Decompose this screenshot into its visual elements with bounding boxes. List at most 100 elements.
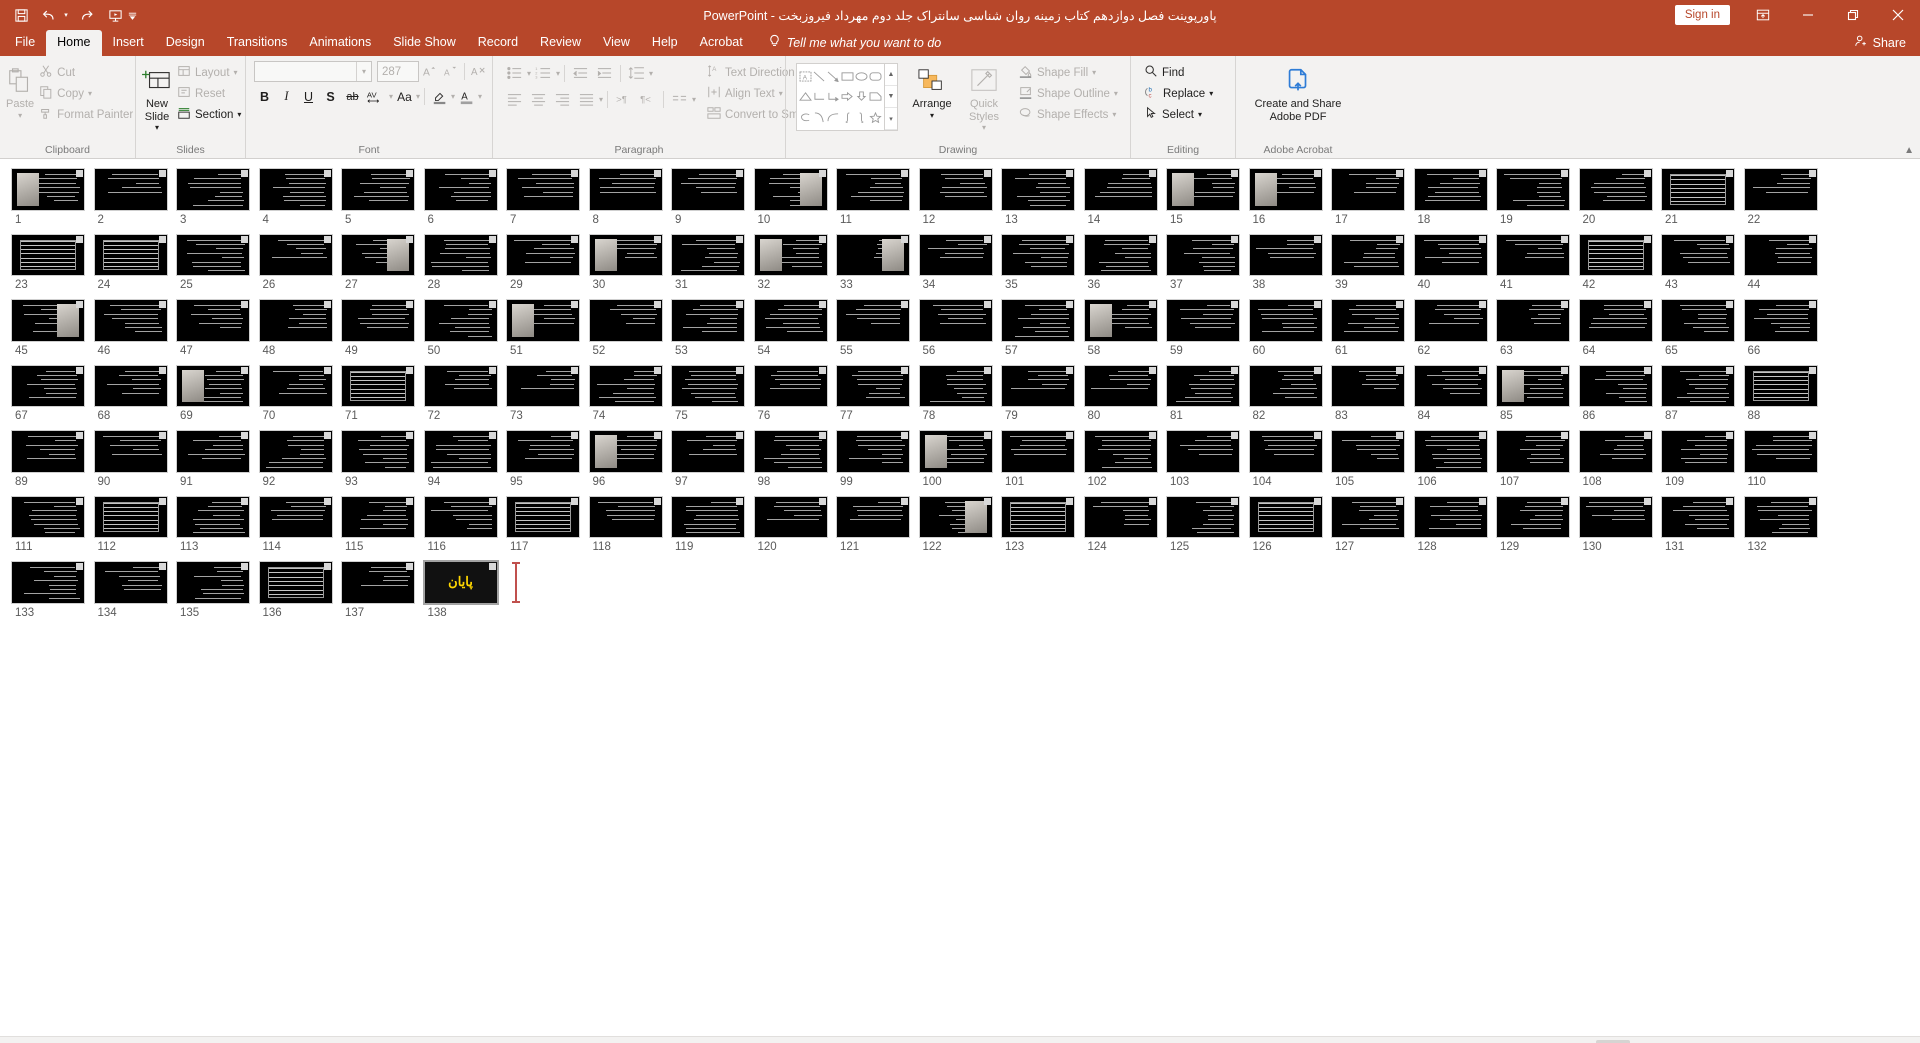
replace-button[interactable]: b c Replace ▾	[1141, 83, 1216, 104]
slide-thumbnail-image[interactable]	[1413, 364, 1488, 407]
slide-thumbnail-image[interactable]	[671, 364, 745, 407]
slide-thumbnail[interactable]: 43	[1661, 233, 1745, 291]
paste-caret-icon[interactable]: ▾	[18, 111, 22, 120]
slide-thumbnail[interactable]: 54	[753, 299, 838, 357]
slide-thumbnail[interactable]: 14	[1083, 168, 1168, 226]
slide-thumbnail-image[interactable]	[671, 495, 745, 538]
slide-thumbnail-image[interactable]	[588, 430, 663, 473]
slide-thumbnail[interactable]: 136	[258, 561, 343, 619]
slide-thumbnail[interactable]: 53	[671, 299, 755, 357]
slide-thumbnail[interactable]: 28	[423, 233, 508, 291]
slide-thumbnail-image[interactable]: پایان	[422, 560, 499, 605]
increase-indent-button[interactable]	[593, 62, 616, 84]
create-and-share-adobe-pdf-button[interactable]: Create and Share Adobe PDF	[1242, 61, 1354, 123]
tab-transitions[interactable]: Transitions	[216, 30, 299, 56]
slide-thumbnail[interactable]: 16	[1248, 168, 1333, 226]
slide-thumbnail[interactable]: 29	[506, 233, 590, 291]
slide-thumbnail[interactable]: 103	[1166, 430, 1250, 488]
slide-thumbnail-image[interactable]	[1413, 168, 1488, 211]
slide-thumbnail[interactable]: 42	[1578, 233, 1663, 291]
restore-icon[interactable]	[1830, 0, 1875, 30]
slide-thumbnail-image[interactable]	[1496, 364, 1570, 407]
customize-quick-access-toolbar-icon[interactable]	[126, 3, 138, 27]
slide-thumbnail-image[interactable]	[588, 364, 663, 407]
slide-thumbnail[interactable]: 19	[1496, 168, 1580, 226]
slide-thumbnail[interactable]: 104	[1248, 430, 1333, 488]
slide-thumbnail-image[interactable]	[93, 430, 168, 473]
shape-pentagon-icon[interactable]	[868, 87, 882, 108]
slide-thumbnail[interactable]: 115	[341, 495, 425, 553]
slide-thumbnail[interactable]: 36	[1083, 233, 1168, 291]
slide-thumbnail-image[interactable]	[1743, 495, 1818, 538]
slide-thumbnail[interactable]: 40	[1413, 233, 1498, 291]
slide-thumbnail-image[interactable]	[1001, 430, 1075, 473]
numbering-button[interactable]: 1 2 3	[532, 62, 555, 84]
slide-thumbnail-image[interactable]	[1661, 168, 1735, 211]
slide-thumbnail[interactable]: 92	[258, 430, 343, 488]
strikethrough-button[interactable]: ab	[342, 86, 363, 107]
slide-thumbnail-image[interactable]	[753, 430, 828, 473]
slide-thumbnail[interactable]: 135	[176, 561, 260, 619]
slide-thumbnail[interactable]: 84	[1413, 364, 1498, 422]
slide-thumbnail[interactable]: 31	[671, 233, 755, 291]
slide-thumbnail[interactable]: 67	[11, 364, 95, 422]
slide-thumbnail[interactable]: 120	[753, 495, 838, 553]
slide-thumbnail[interactable]: 125	[1166, 495, 1250, 553]
slide-thumbnail-image[interactable]	[176, 299, 250, 342]
slide-thumbnail[interactable]: 8	[588, 168, 673, 226]
slide-thumbnail[interactable]: 33	[836, 233, 920, 291]
slide-thumbnail-image[interactable]	[1496, 233, 1570, 276]
slide-thumbnail[interactable]: 99	[836, 430, 920, 488]
tab-record[interactable]: Record	[467, 30, 529, 56]
shape-arc-icon[interactable]	[827, 107, 841, 128]
slide-thumbnail[interactable]: 49	[341, 299, 425, 357]
slide-thumbnail-image[interactable]	[341, 430, 415, 473]
slide-thumbnail[interactable]: 2	[93, 168, 178, 226]
slide-thumbnail[interactable]: 94	[423, 430, 508, 488]
slide-thumbnail[interactable]: 117	[506, 495, 590, 553]
slide-thumbnail[interactable]: 48	[258, 299, 343, 357]
slide-thumbnail-image[interactable]	[176, 430, 250, 473]
slide-thumbnail[interactable]: 110	[1743, 430, 1828, 488]
slide-thumbnail[interactable]: 65	[1661, 299, 1745, 357]
slide-thumbnail-image[interactable]	[341, 299, 415, 342]
slide-thumbnail-image[interactable]	[1413, 233, 1488, 276]
align-center-button[interactable]	[527, 88, 550, 110]
tab-view[interactable]: View	[592, 30, 641, 56]
slide-thumbnail[interactable]: 86	[1578, 364, 1663, 422]
slide-thumbnail[interactable]: 78	[918, 364, 1003, 422]
slide-thumbnail[interactable]: 45	[11, 299, 95, 357]
slide-thumbnail-image[interactable]	[11, 168, 85, 211]
slide-thumbnail[interactable]: 127	[1331, 495, 1415, 553]
slide-thumbnail[interactable]: 32	[753, 233, 838, 291]
section-caret-icon[interactable]: ▾	[237, 110, 241, 119]
shape-left-brace-icon[interactable]	[840, 107, 854, 128]
slide-thumbnail[interactable]: پایان 138	[422, 560, 508, 619]
shape-fill-button[interactable]: Shape Fill ▾	[1016, 62, 1121, 83]
slide-thumbnail-image[interactable]	[506, 233, 580, 276]
slide-thumbnail-image[interactable]	[1331, 233, 1405, 276]
slide-thumbnail[interactable]: 101	[1001, 430, 1085, 488]
slide-thumbnail[interactable]: 60	[1248, 299, 1333, 357]
slide-thumbnail-image[interactable]	[11, 495, 85, 538]
slide-thumbnail[interactable]: 13	[1001, 168, 1085, 226]
slide-thumbnail-image[interactable]	[836, 495, 910, 538]
slide-thumbnail[interactable]: 106	[1413, 430, 1498, 488]
slide-thumbnail[interactable]: 26	[258, 233, 343, 291]
slide-thumbnail[interactable]: 73	[506, 364, 590, 422]
slide-show-view-button[interactable]	[1664, 1040, 1698, 1043]
slide-thumbnail-image[interactable]	[671, 233, 745, 276]
slide-thumbnail[interactable]: 74	[588, 364, 673, 422]
slide-thumbnail-image[interactable]	[1331, 168, 1405, 211]
left-to-right-button[interactable]: >¶	[612, 88, 635, 110]
slide-thumbnail-image[interactable]	[258, 168, 333, 211]
slide-thumbnail-image[interactable]	[93, 299, 168, 342]
slide-thumbnail-image[interactable]	[1496, 430, 1570, 473]
slide-thumbnail-image[interactable]	[1661, 430, 1735, 473]
shapes-gallery-scrollbar[interactable]: ▲ ▼ ▾	[884, 64, 897, 130]
line-spacing-button[interactable]	[625, 62, 648, 84]
slide-thumbnail[interactable]: 91	[176, 430, 260, 488]
slide-thumbnail[interactable]: 11	[836, 168, 920, 226]
slide-thumbnail[interactable]: 69	[176, 364, 260, 422]
slide-thumbnail-image[interactable]	[11, 561, 85, 604]
